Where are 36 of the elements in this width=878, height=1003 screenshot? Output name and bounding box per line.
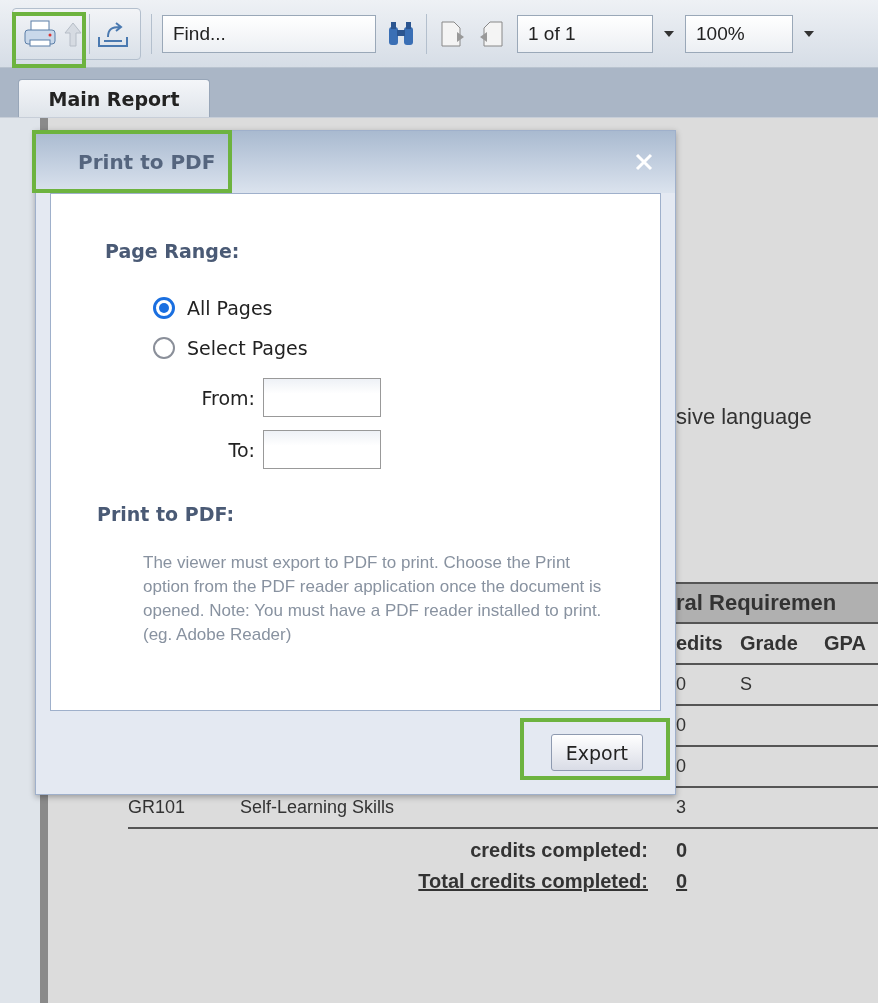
total-value: 0 — [676, 870, 689, 893]
dialog-title: Print to PDF — [78, 150, 216, 174]
column-header: edits — [676, 632, 724, 655]
column-header: Grade — [740, 632, 799, 655]
total-label: Total credits completed: — [417, 870, 648, 893]
column-header: GPA — [824, 632, 867, 655]
section-label: Print to PDF: — [97, 503, 236, 525]
page-number-field[interactable]: 1 of 1 — [517, 14, 653, 53]
export-button[interactable]: Export — [550, 734, 643, 771]
close-icon[interactable] — [635, 153, 653, 171]
printer-icon[interactable] — [23, 18, 57, 49]
total-label: credits completed: — [469, 839, 648, 862]
from-field[interactable] — [263, 378, 381, 417]
table-cell-text: 0 — [676, 715, 687, 736]
radio-label: All Pages — [187, 297, 273, 319]
radio-button[interactable] — [153, 337, 175, 359]
table-cell-text: Self-Learning Skills — [240, 797, 396, 818]
radio-label: Select Pages — [187, 337, 308, 359]
to-field[interactable] — [263, 430, 381, 469]
report-tab[interactable]: Main Report — [18, 79, 210, 117]
zoom-field[interactable]: 100% — [685, 14, 793, 53]
table-cell-text: 0 — [676, 756, 687, 777]
dropdown-caret-icon[interactable] — [663, 29, 675, 38]
table-cell-text: 3 — [676, 797, 687, 818]
table-cell-text: S — [740, 674, 753, 695]
total-value: 0 — [676, 839, 689, 862]
section-label: Page Range: — [105, 240, 241, 262]
table-cell-text: 0 — [676, 674, 687, 695]
dropdown-caret-icon[interactable] — [803, 29, 815, 38]
find-field[interactable]: Find... — [162, 14, 376, 53]
field-label: From: — [200, 386, 255, 409]
report-text: sive language — [676, 404, 812, 429]
field-label: To: — [227, 438, 255, 461]
binoculars-icon[interactable] — [386, 20, 416, 47]
table-cell-text: GR101 — [128, 797, 187, 818]
radio-button[interactable] — [153, 297, 175, 319]
